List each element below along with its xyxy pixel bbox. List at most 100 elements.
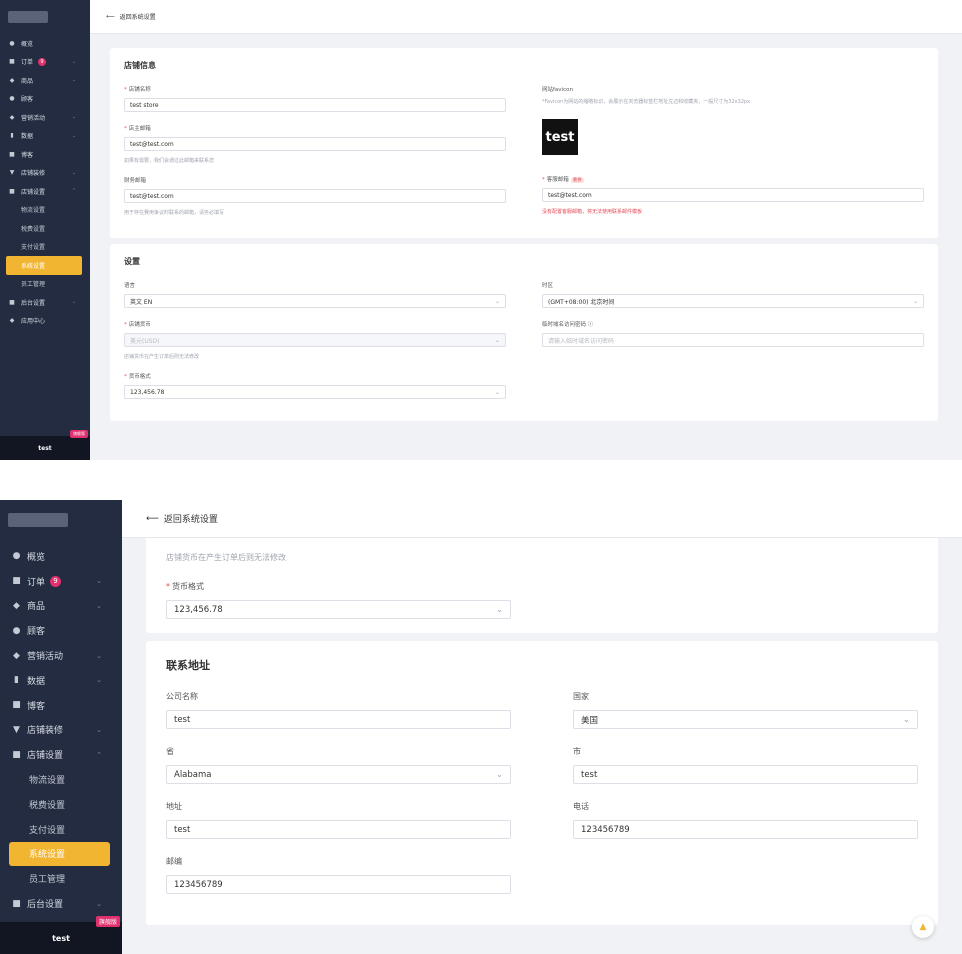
label-text: 客服邮箱 [546,177,569,183]
country-select[interactable]: 美国 ⌄ [573,710,918,729]
field-label: * 客服邮箱 重要 [542,175,924,183]
sidebar-item-store-settings[interactable]: ■ 店铺设置 ⌃ [0,742,122,767]
sidebar-item-products[interactable]: ◆ 商品 ⌄ [0,594,122,619]
sidebar-item-shipping[interactable]: 物流设置 [0,201,90,220]
language-select[interactable]: 英文 EN ⌄ [124,294,506,308]
sidebar-item-tax[interactable]: 税费设置 [0,792,122,817]
zip-input[interactable]: 123456789 [166,875,511,894]
field-label: * 店主邮箱 [124,124,506,132]
logo-mark [8,11,48,23]
favicon-preview-text: test [545,129,575,145]
back-link[interactable]: 返回系统设置 [120,12,156,21]
sidebar-item-shipping[interactable]: 物流设置 [0,767,122,792]
sidebar-item-overview[interactable]: ● 概览 [0,34,90,53]
label-text: 电话 [573,802,589,811]
temp-password-input[interactable]: 请输入临时域名访问密码 [542,333,924,347]
sidebar-item-admin-settings[interactable]: ■ 后台设置 ⌄ [0,891,122,916]
currency-select[interactable]: 美元(USD) ⌄ [124,333,506,347]
sidebar: ● 概览 ■ 订单 9 ⌄ ◆ 商品 ⌄ ● 顾客 ◆ 营销活动 ⌄ ▮ 数据 ⌄ ■ 博客 ▼ 店铺装修… [0,0,90,460]
input-value: test store [130,101,159,109]
sidebar-item-orders[interactable]: ■ 订单 9 ⌄ [0,569,122,594]
sidebar-item-payment[interactable]: 支付设置 [0,238,90,257]
sidebar-item-label: 支付设置 [21,244,46,252]
field-label: 语言 [124,281,506,289]
sidebar-item-admin-settings[interactable]: ■ 后台设置 ⌄ [0,293,90,312]
sidebar-item-label: 物流设置 [29,776,66,787]
province-select[interactable]: Alabama ⌄ [166,765,511,784]
sidebar-item-decoration[interactable]: ▼ 店铺装修 ⌄ [0,164,90,183]
service-email-input[interactable]: test@test.com [542,188,924,202]
sidebar-item-system-settings[interactable]: 系统设置 [6,256,82,275]
sidebar-item-label: 应用中心 [21,318,46,326]
favicon-upload[interactable]: test [542,119,578,155]
sidebar-item-marketing[interactable]: ◆ 营销活动 ⌄ [0,643,122,668]
currency-format-select[interactable]: 123,456.78 ⌄ [166,600,511,619]
store-name-input[interactable]: test store [124,98,506,112]
sidebar-item-label: 数据 [27,676,46,687]
sidebar-item-data[interactable]: ▮ 数据 ⌄ [0,668,122,693]
address-input[interactable]: test [166,820,511,839]
phone-input[interactable]: 123456789 [573,820,918,839]
sidebar-item-staff[interactable]: 员工管理 [0,275,90,294]
sidebar-item-app-center[interactable]: ◆ 应用中心 [0,312,90,331]
label-text: 国家 [573,692,589,701]
sidebar-item-blog[interactable]: ■ 博客 [0,145,90,164]
back-link[interactable]: 返回系统设置 [164,512,218,525]
company-name-input[interactable]: test [166,710,511,729]
right-column [573,581,918,619]
apps-icon: ◆ [9,317,15,325]
sidebar-item-customers[interactable]: ● 顾客 [0,618,122,643]
field-label: 公司名称 [166,691,511,702]
sidebar-item-tax[interactable]: 税费设置 [0,219,90,238]
sidebar-item-label: 店铺装修 [27,726,64,737]
store-switcher[interactable]: test 旗舰版 [0,430,90,460]
select-value: (GMT+08:00) 北京时间 [548,298,615,306]
scroll-to-top-button[interactable]: ▲ [912,916,934,938]
sidebar-item-marketing[interactable]: ◆ 营销活动 ⌄ [0,108,90,127]
chevron-down-icon: ⌄ [71,169,76,176]
sidebar-item-label: 数据 [21,133,34,141]
input-value: test@test.com [130,140,174,148]
edition-badge: 旗舰版 [95,916,120,927]
owner-email-input[interactable]: test@test.com [124,137,506,151]
sidebar-item-customers[interactable]: ● 顾客 [0,90,90,109]
field-label: * 店铺名称 [124,85,506,93]
sidebar-item-store-settings[interactable]: ■ 店铺设置 ⌃ [0,182,90,201]
sidebar-item-staff[interactable]: 员工管理 [0,866,122,891]
input-placeholder: 请输入临时域名访问密码 [548,337,615,345]
products-icon: ◆ [13,600,20,611]
left-column: 语言 英文 EN ⌄ * 店铺货币 美元(USD) ⌄ 店铺货币在产生订单后则无法修改… [124,281,542,411]
select-value: 123,456.78 [130,388,165,396]
field-label: 电话 [573,801,918,812]
sidebar-item-overview[interactable]: ● 概览 [0,544,122,569]
sidebar-item-system-settings[interactable]: 系统设置 [9,841,110,867]
brush-icon: ▼ [9,169,15,177]
currency-format-select[interactable]: 123,456.78 ⌄ [124,385,506,399]
store-name: test [38,444,52,452]
sidebar-item-blog[interactable]: ■ 博客 [0,693,122,718]
sidebar-item-data[interactable]: ▮ 数据 ⌄ [0,127,90,146]
input-value: test@test.com [548,191,592,199]
question-icon[interactable]: ⓘ [588,322,594,328]
arrow-up-icon: ▲ [919,922,927,932]
screenshot-bottom: ● 概览 ■ 订单 9 ⌄ ◆ 商品 ⌄ ● 顾客 ◆ 营销活动 ⌄ ▮ 数据 ⌄ ■ 博客 ▼ 店铺装修… [0,500,962,954]
city-input[interactable]: test [573,765,918,784]
arrow-left-icon[interactable]: ⟵ [146,514,159,524]
store-icon: ■ [9,187,15,195]
required-mark: * [124,374,127,380]
sidebar-item-payment[interactable]: 支付设置 [0,817,122,842]
sidebar-item-products[interactable]: ◆ 商品 ⌄ [0,71,90,90]
sidebar-item-decoration[interactable]: ▼ 店铺装修 ⌄ [0,718,122,743]
field-label: 省 [166,746,511,757]
sidebar-item-orders[interactable]: ■ 订单 9 ⌄ [0,53,90,72]
required-mark: * [542,177,545,183]
store-info-card: 店铺信息 * 店铺名称 test store * 店主邮箱 test@test.co… [110,48,938,238]
arrow-left-icon[interactable]: ⟵ [106,13,115,20]
sidebar-nav: ● 概览 ■ 订单 9 ⌄ ◆ 商品 ⌄ ● 顾客 ◆ 营销活动 ⌄ ▮ 数据 ⌄ ■ 博客 ▼ 店铺装修… [0,34,90,330]
timezone-select[interactable]: (GMT+08:00) 北京时间 ⌄ [542,294,924,308]
finance-email-input[interactable]: test@test.com [124,189,506,203]
sidebar-item-label: 店铺装修 [21,170,46,178]
card-title: 设置 [124,257,140,266]
help-text: 店铺货币在产生订单后则无法修改 [166,553,286,562]
store-switcher[interactable]: test 旗舰版 [0,916,122,954]
